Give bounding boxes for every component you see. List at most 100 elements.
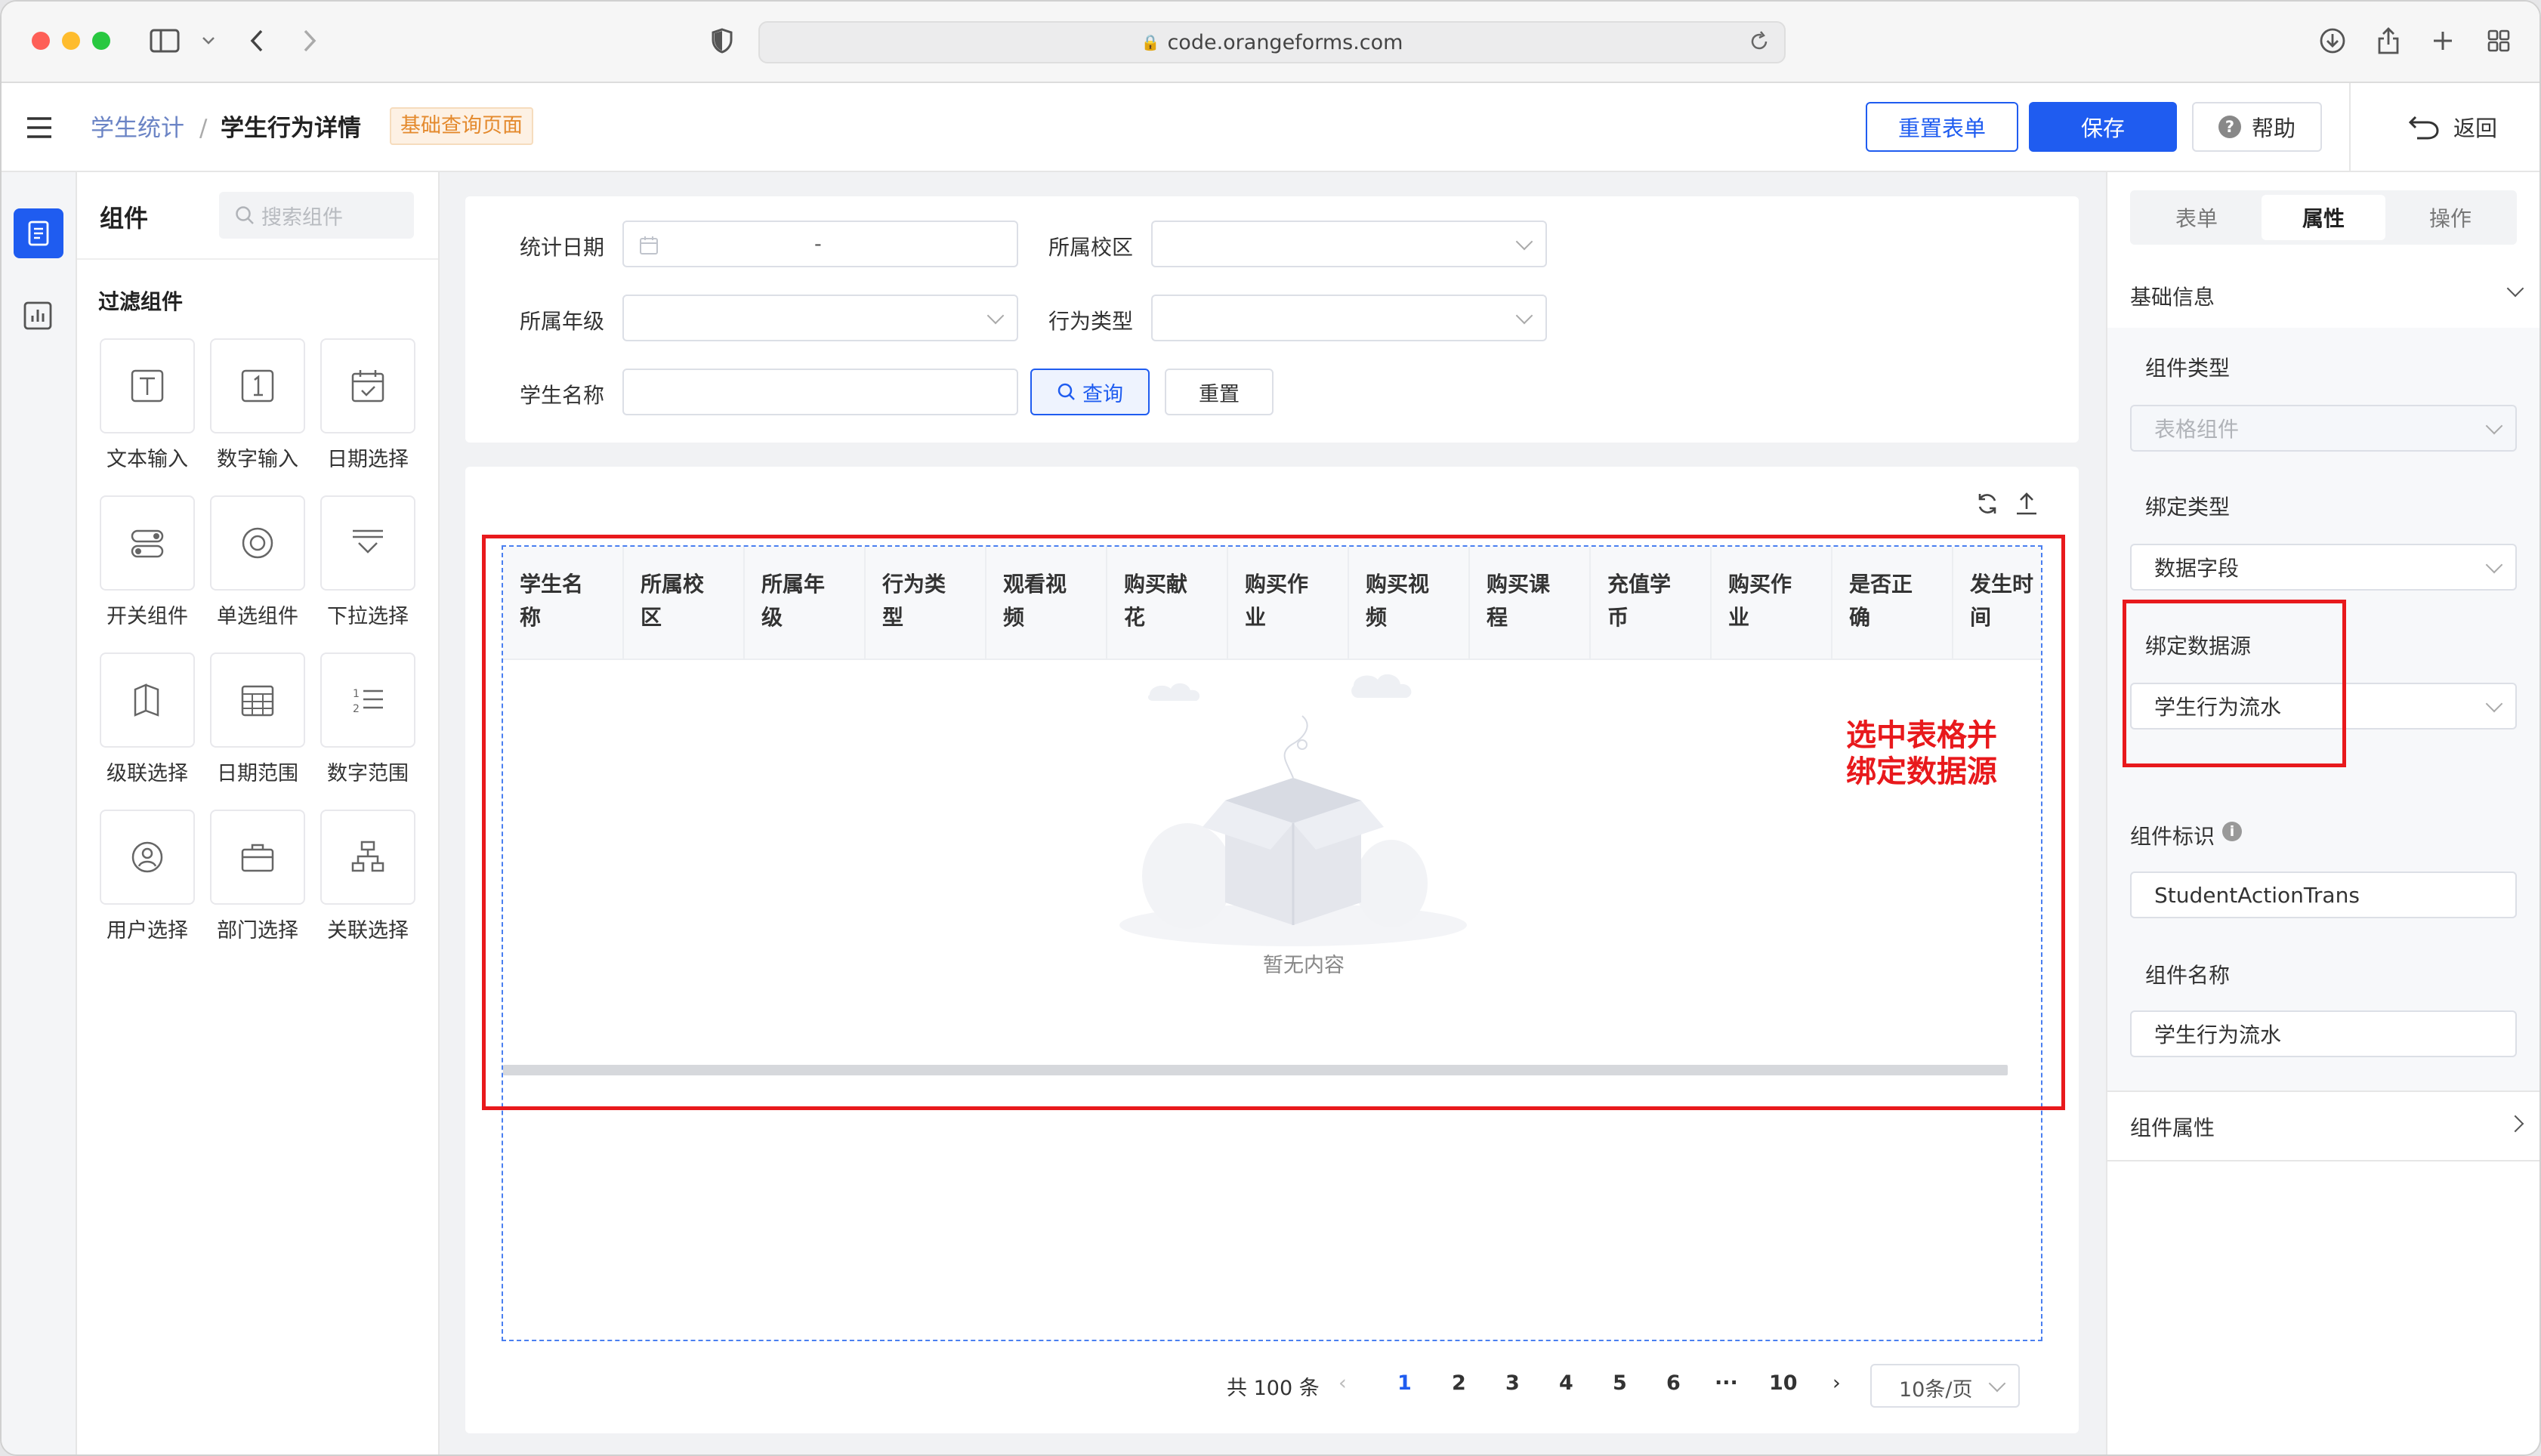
chevron-down-icon <box>1515 307 1533 325</box>
return-icon <box>2408 116 2439 140</box>
panel-divider <box>77 258 438 260</box>
student-name-input[interactable] <box>622 369 1018 415</box>
chart-icon[interactable] <box>23 301 53 334</box>
property-tab[interactable]: 操作 <box>2388 195 2512 240</box>
number-range-icon: 12 <box>353 688 383 715</box>
chevron-down-icon <box>986 307 1005 325</box>
component-name-input[interactable]: 学生行为流水 <box>2130 1010 2517 1057</box>
breadcrumb-parent[interactable]: 学生统计 <box>91 113 184 143</box>
maximize-window-button[interactable] <box>92 32 110 50</box>
page-size-select[interactable]: 10条/页 <box>1870 1364 2020 1408</box>
pagination-ellipsis[interactable]: ··· <box>1715 1371 1738 1395</box>
campus-label: 所属校区 <box>1048 235 1134 260</box>
component-tile-label: 部门选择 <box>217 919 298 942</box>
bind-type-value: 数据字段 <box>2154 556 2240 581</box>
left-rail <box>2 172 77 1454</box>
section-divider <box>2107 1160 2539 1161</box>
reload-icon[interactable] <box>1748 30 1771 58</box>
menu-icon[interactable] <box>24 115 54 143</box>
pagination-page[interactable]: 3 <box>1505 1371 1520 1395</box>
reset-form-button[interactable]: 重置表单 <box>1866 102 2018 152</box>
component-tile-label: 关联选择 <box>327 919 409 942</box>
refresh-icon[interactable] <box>1974 491 2000 520</box>
component-tile[interactable] <box>210 338 305 433</box>
form-designer-icon[interactable] <box>14 208 63 258</box>
reset-button[interactable]: 重置 <box>1165 369 1274 415</box>
chevron-down-icon[interactable] <box>192 24 225 57</box>
browser-titlebar: 🔒 code.orangeforms.com <box>2 2 2539 83</box>
component-id-input[interactable]: StudentActionTrans <box>2130 871 2517 918</box>
relation-select-icon <box>351 841 384 872</box>
basic-info-title[interactable]: 基础信息 <box>2130 281 2215 311</box>
query-label: 查询 <box>1082 382 1123 406</box>
component-type-select[interactable]: 表格组件 <box>2130 405 2517 452</box>
action-type-select[interactable] <box>1151 295 1547 341</box>
component-type-label: 组件类型 <box>2145 356 2231 381</box>
property-tab[interactable]: 表单 <box>2135 195 2258 240</box>
bind-type-select[interactable]: 数据字段 <box>2130 544 2517 591</box>
component-tile[interactable] <box>320 338 415 433</box>
component-tile[interactable] <box>320 495 415 591</box>
dept-select-icon <box>241 844 274 872</box>
component-tile[interactable] <box>320 810 415 905</box>
help-button[interactable]: ? 帮助 <box>2192 102 2322 152</box>
header-divider <box>2349 83 2351 172</box>
bind-type-label: 绑定类型 <box>2145 495 2231 520</box>
component-tile[interactable]: 12 <box>320 652 415 748</box>
sidebar-toggle-icon[interactable] <box>148 24 181 57</box>
pagination-page[interactable]: 2 <box>1452 1371 1466 1395</box>
query-button[interactable]: 查询 <box>1030 369 1150 415</box>
grade-select[interactable] <box>622 295 1018 341</box>
pagination-page[interactable]: 5 <box>1613 1371 1627 1395</box>
stat-date-range-input[interactable]: - <box>622 221 1018 267</box>
component-tile-label: 级联选择 <box>107 762 188 785</box>
campus-select[interactable] <box>1151 221 1547 267</box>
student-name-label: 学生名称 <box>520 383 605 408</box>
prev-page-icon[interactable]: ‹ <box>1338 1371 1347 1395</box>
component-tile-label: 日期选择 <box>327 448 409 471</box>
download-icon[interactable] <box>2316 24 2349 57</box>
filter-components-title: 过滤组件 <box>98 289 184 314</box>
export-icon[interactable] <box>2014 491 2039 520</box>
new-tab-icon[interactable] <box>2426 24 2459 57</box>
datasource-highlight-box <box>2123 600 2346 767</box>
privacy-shield-icon[interactable] <box>705 24 739 57</box>
address-bar[interactable]: 🔒 code.orangeforms.com <box>758 21 1786 63</box>
component-id-label: 组件标识 <box>2130 824 2215 849</box>
pagination-page[interactable]: 6 <box>1666 1371 1681 1395</box>
component-tile[interactable] <box>210 495 305 591</box>
search-icon <box>236 206 254 224</box>
component-tile-label: 开关组件 <box>107 605 188 628</box>
component-tile[interactable] <box>100 652 195 748</box>
component-tile[interactable] <box>210 652 305 748</box>
share-icon[interactable] <box>2372 24 2405 57</box>
date-range-icon <box>241 685 274 717</box>
component-tile[interactable] <box>100 338 195 433</box>
save-button[interactable]: 保存 <box>2029 102 2177 152</box>
pagination-page[interactable]: 4 <box>1559 1371 1573 1395</box>
component-props-title[interactable]: 组件属性 <box>2130 1112 2215 1142</box>
chevron-down-icon <box>2485 695 2503 713</box>
number-input-icon <box>241 369 274 403</box>
minimize-window-button[interactable] <box>62 32 80 50</box>
component-search-input[interactable]: 搜索组件 <box>219 192 414 239</box>
property-tab[interactable]: 属性 <box>2262 195 2385 240</box>
close-window-button[interactable] <box>32 32 50 50</box>
component-tile[interactable] <box>210 810 305 905</box>
tab-overview-icon[interactable] <box>2482 24 2515 57</box>
back-button[interactable]: 返回 <box>2396 102 2509 152</box>
info-icon[interactable]: i <box>2222 822 2242 841</box>
component-tile-label: 用户选择 <box>107 919 188 942</box>
component-name-value: 学生行为流水 <box>2154 1023 2282 1047</box>
component-tile[interactable] <box>100 495 195 591</box>
page-type-tag: 基础查询页面 <box>390 107 533 145</box>
component-type-value: 表格组件 <box>2154 417 2240 442</box>
component-tile-label: 下拉选择 <box>327 605 409 628</box>
cascader-icon <box>134 683 159 717</box>
component-tile[interactable] <box>100 810 195 905</box>
forward-nav-icon[interactable] <box>293 24 326 57</box>
pagination-page[interactable]: 1 <box>1397 1371 1412 1395</box>
back-nav-icon[interactable] <box>240 24 273 57</box>
next-page-icon[interactable]: › <box>1832 1371 1841 1395</box>
pagination-page[interactable]: 10 <box>1769 1371 1798 1395</box>
